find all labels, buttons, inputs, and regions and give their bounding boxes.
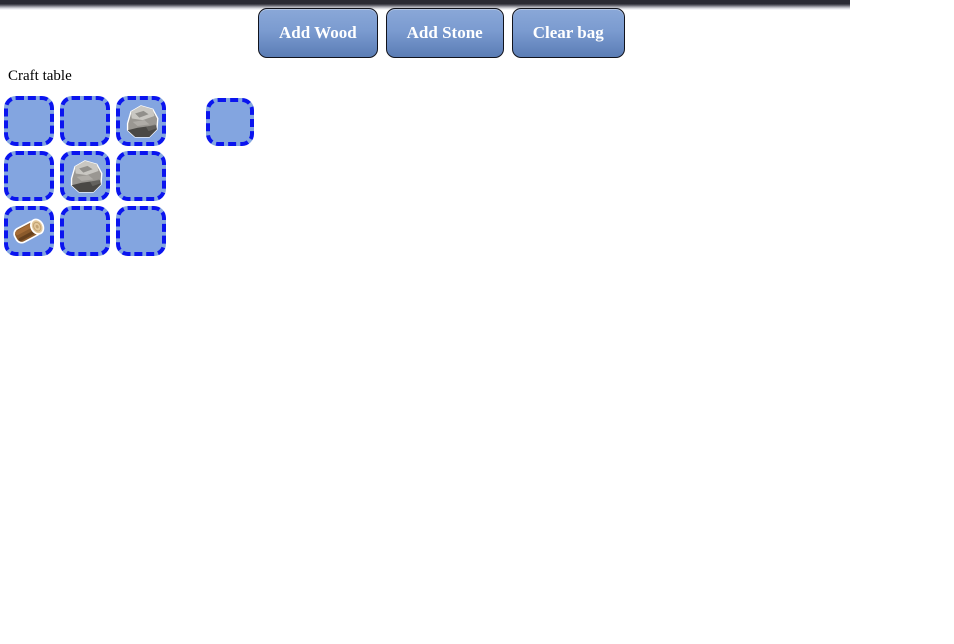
craft-slot-7[interactable]	[60, 206, 110, 256]
stone-icon	[70, 160, 103, 193]
craft-slot-2[interactable]	[116, 96, 166, 146]
add-wood-button[interactable]: Add Wood	[258, 8, 378, 58]
craft-table-label: Craft table	[8, 68, 72, 84]
wood-log-icon	[13, 218, 45, 244]
craft-slot-8[interactable]	[116, 206, 166, 256]
craft-grid	[4, 96, 166, 256]
stone-icon	[126, 105, 159, 138]
craft-slot-0[interactable]	[4, 96, 54, 146]
craft-slot-1[interactable]	[60, 96, 110, 146]
clear-bag-button[interactable]: Clear bag	[511, 8, 625, 58]
craft-slot-4[interactable]	[60, 151, 110, 201]
craft-output-slot[interactable]	[206, 98, 254, 146]
add-stone-button[interactable]: Add Stone	[385, 8, 504, 58]
craft-slot-6[interactable]	[4, 206, 54, 256]
crafting-app-page: Add Wood Add Stone Clear bag Craft table	[0, 0, 954, 644]
craft-slot-5[interactable]	[116, 151, 166, 201]
toolbar: Add Wood Add Stone Clear bag	[258, 8, 625, 58]
craft-slot-3[interactable]	[4, 151, 54, 201]
